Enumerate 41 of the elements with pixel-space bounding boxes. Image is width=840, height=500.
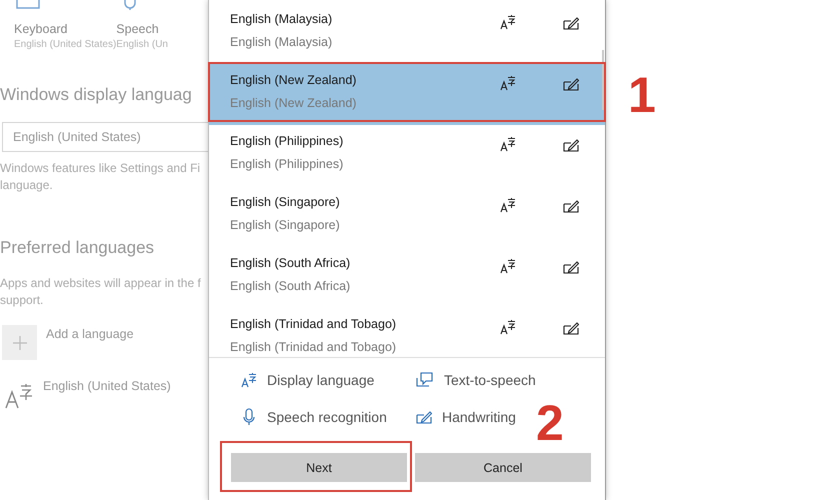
speech-bubble-icon [416, 372, 434, 388]
handwriting-icon [563, 138, 579, 152]
plus-icon [12, 334, 28, 350]
feature-label: Handwriting [442, 409, 516, 425]
language-icon [4, 383, 34, 409]
description-text: support. [0, 292, 44, 309]
add-language-button[interactable] [2, 325, 37, 360]
step-number: 2 [536, 398, 564, 448]
tile-value: English (Un [116, 39, 169, 50]
handwriting-icon [563, 16, 579, 30]
cancel-button[interactable]: Cancel [415, 453, 591, 482]
next-button[interactable]: Next [231, 453, 407, 482]
handwriting-icon [416, 410, 432, 424]
handwriting-icon [563, 260, 579, 274]
display-language-icon [500, 136, 516, 152]
language-list-item[interactable]: English (South Africa) English (South Africa) [209, 247, 605, 308]
display-language-icon [500, 258, 516, 274]
display-language-icon [500, 197, 516, 213]
language-list-item[interactable]: English (Philippines) English (Philippines) [209, 125, 605, 186]
language-list-item[interactable]: English (Trinidad and Tobago) English (Trinidad and Tobago) [209, 308, 605, 357]
feature-label: Speech recognition [267, 409, 387, 425]
tile-value: English (United States) [14, 39, 116, 50]
display-language-icon [500, 319, 516, 335]
language-list-item[interactable]: English (New Zealand) English (New Zealand) [209, 64, 605, 125]
handwriting-icon [563, 77, 579, 91]
language-list-item[interactable]: English (Singapore) English (Singapore) [209, 186, 605, 247]
feature-label: Display language [267, 372, 374, 388]
display-language-icon [500, 14, 516, 30]
handwriting-icon [563, 321, 579, 335]
language-list-item[interactable]: English (Malaysia) English (Malaysia) [209, 3, 605, 64]
display-language-icon [500, 75, 516, 91]
handwriting-icon [563, 199, 579, 213]
description-text: Apps and websites will appear in the f [0, 275, 202, 292]
section-heading: Windows display languag [0, 85, 193, 105]
scrollbar-thumb[interactable] [602, 50, 604, 110]
description-text: Windows features like Settings and Fi [0, 160, 202, 177]
step-number: 1 [628, 70, 656, 120]
feature-label: Text-to-speech [444, 372, 536, 388]
section-heading: Preferred languages [0, 238, 156, 258]
description-text: language. [0, 177, 54, 194]
display-language-icon [241, 372, 257, 388]
